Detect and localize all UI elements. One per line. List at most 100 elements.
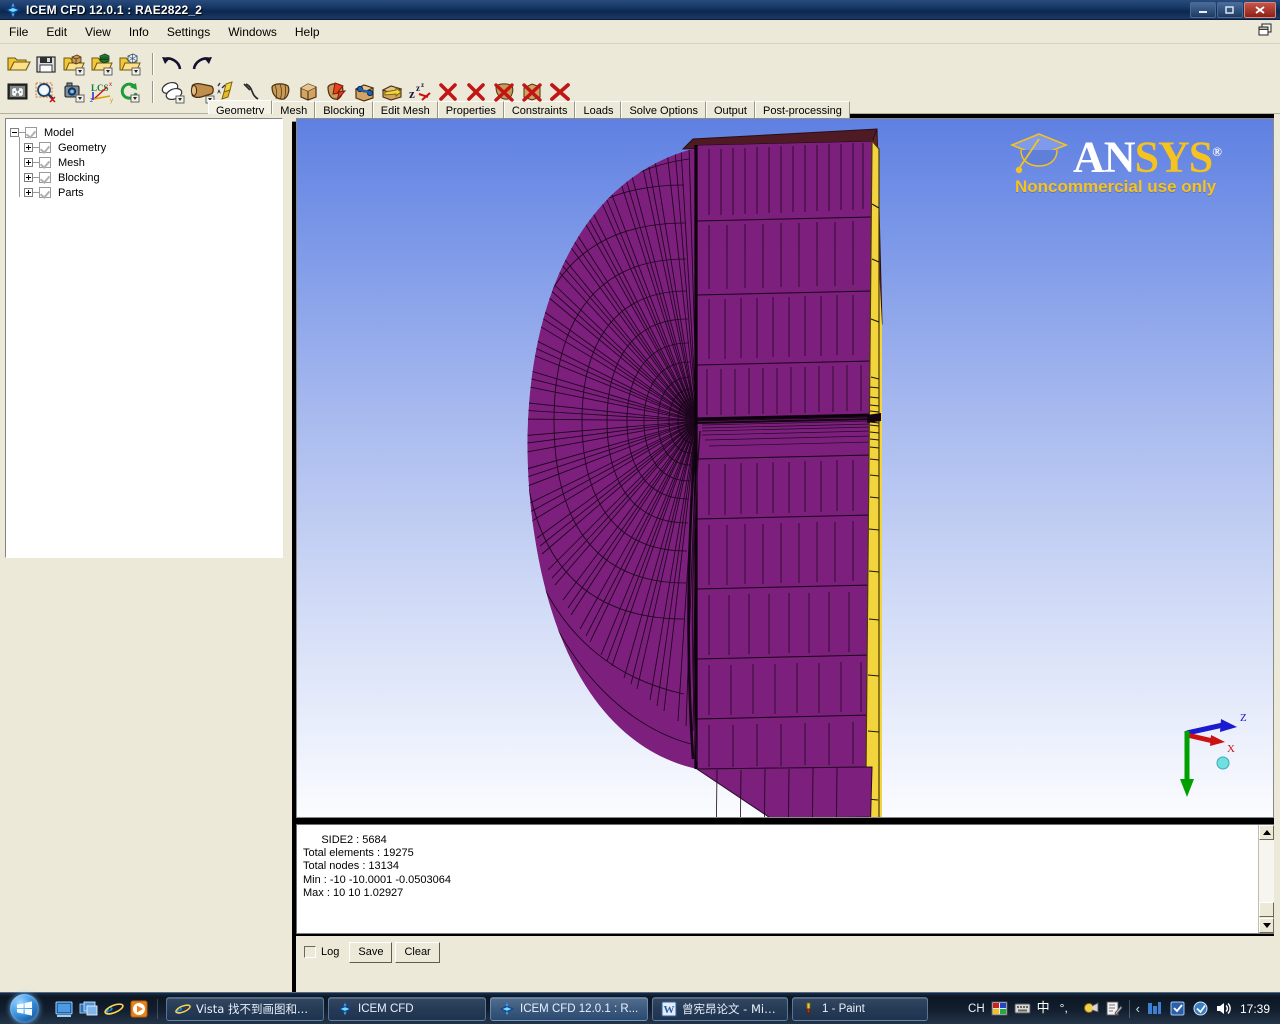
delete-curve-icon[interactable] <box>464 80 490 104</box>
menu-file[interactable]: File <box>0 22 37 42</box>
ime-punctuation-icon[interactable]: °, <box>1060 1000 1077 1017</box>
taskbar-item-word[interactable]: W 曾宪昂论文 - Micros... <box>652 997 788 1021</box>
tree-item-label: Parts <box>56 187 84 199</box>
svg-text:y: y <box>110 98 113 104</box>
scrollbar-track[interactable] <box>1259 840 1274 902</box>
repair-geometry-icon[interactable] <box>324 80 350 104</box>
ime-chinese-icon[interactable]: 中 <box>1037 1000 1054 1017</box>
restore-button[interactable] <box>1217 2 1243 18</box>
window-controls <box>1190 2 1276 18</box>
save-project-icon[interactable] <box>34 52 60 76</box>
taskbar-item-browser[interactable]: e Vista 找不到画图和... <box>166 997 324 1021</box>
taskbar-item-icem-cfd[interactable]: ICEM CFD <box>328 997 486 1021</box>
redo-icon[interactable] <box>188 52 214 76</box>
taskbar-item-label: 曾宪昂论文 - Micros... <box>682 1001 779 1017</box>
tree-item-mesh[interactable]: Mesh <box>10 155 278 170</box>
expand-toggle-icon[interactable] <box>24 143 33 152</box>
expand-toggle-icon[interactable] <box>24 158 33 167</box>
scrollbar-thumb[interactable] <box>1259 902 1274 917</box>
display-surfaces-icon[interactable] <box>160 80 186 104</box>
scroll-up-icon[interactable] <box>1259 825 1274 840</box>
ime-softkeyboard-icon[interactable] <box>1014 1000 1031 1017</box>
ime-handwriting-icon[interactable] <box>1106 1000 1123 1017</box>
create-curve-icon[interactable] <box>240 80 266 104</box>
menu-settings[interactable]: Settings <box>158 22 219 42</box>
internet-explorer-icon: e <box>175 1001 191 1017</box>
clear-log-button[interactable]: Clear <box>395 942 439 963</box>
save-log-button[interactable]: Save <box>349 942 392 963</box>
restore-window-icon[interactable] <box>1258 23 1274 38</box>
delete-any-icon[interactable] <box>548 80 574 104</box>
visibility-checkbox[interactable] <box>39 187 51 198</box>
tree-item-parts[interactable]: Parts <box>10 185 278 200</box>
ime-speech-icon[interactable] <box>1083 1000 1100 1017</box>
menu-help[interactable]: Help <box>286 22 329 42</box>
taskbar-item-label: Vista 找不到画图和... <box>196 1001 308 1017</box>
delete-point-icon[interactable] <box>436 80 462 104</box>
undo-icon[interactable] <box>160 52 186 76</box>
expand-toggle-icon[interactable] <box>24 188 33 197</box>
close-button[interactable] <box>1244 2 1276 18</box>
visibility-checkbox[interactable] <box>25 127 37 138</box>
ime-language-indicator[interactable]: CH <box>968 1003 985 1015</box>
window-title: ICEM CFD 12.0.1 : RAE2822_2 <box>26 3 202 17</box>
create-material-point-icon[interactable] <box>352 80 378 104</box>
taskbar-item-icem-cfd-main[interactable]: ICEM CFD 12.0.1 : R... <box>490 997 648 1021</box>
visibility-checkbox[interactable] <box>39 172 51 183</box>
zoom-box-icon[interactable] <box>34 80 60 104</box>
create-surface-icon[interactable] <box>268 80 294 104</box>
graphics-viewport[interactable]: ANSYS® Noncommercial use only <box>296 118 1274 818</box>
windows-start-orb-icon[interactable] <box>10 994 39 1023</box>
log-scrollbar[interactable] <box>1258 825 1273 933</box>
windows-media-player-icon[interactable] <box>129 999 149 1019</box>
create-body-icon[interactable] <box>296 80 322 104</box>
taskbar-item-paint[interactable]: 1 - Paint <box>792 997 928 1021</box>
visibility-checkbox[interactable] <box>39 142 51 153</box>
svg-text:z: z <box>409 86 415 101</box>
restore-dormant-icon[interactable]: z z z <box>408 80 434 104</box>
menu-windows[interactable]: Windows <box>219 22 286 42</box>
expand-toggle-icon[interactable] <box>24 173 33 182</box>
switch-windows-icon[interactable] <box>79 999 99 1019</box>
network-icon[interactable] <box>1146 1000 1163 1017</box>
local-coordinate-system-icon[interactable]: LCS z x y <box>90 80 116 104</box>
fit-window-icon[interactable] <box>6 80 32 104</box>
tree-item-label: Mesh <box>56 157 85 169</box>
open-geometry-icon[interactable] <box>62 52 88 76</box>
menu-info[interactable]: Info <box>120 22 158 42</box>
delete-body-icon[interactable] <box>520 80 546 104</box>
message-log-panel[interactable]: SIDE2 : 5684 Total elements : 19275 Tota… <box>296 824 1274 934</box>
taskbar-clock[interactable]: 17:39 <box>1238 1002 1272 1016</box>
tree-item-geometry[interactable]: Geometry <box>10 140 278 155</box>
update-icon[interactable] <box>1192 1000 1209 1017</box>
tree-item-model[interactable]: Model <box>10 125 278 140</box>
internet-explorer-icon[interactable]: e <box>104 999 124 1019</box>
mesh-render <box>297 119 1274 818</box>
scroll-down-icon[interactable] <box>1259 918 1274 933</box>
show-desktop-icon[interactable] <box>54 999 74 1019</box>
quick-launch-bar: e <box>54 999 158 1019</box>
tree-item-label: Blocking <box>56 172 100 184</box>
save-picture-icon[interactable] <box>62 80 88 104</box>
visibility-checkbox[interactable] <box>39 157 51 168</box>
start-button[interactable] <box>0 994 48 1024</box>
menu-edit[interactable]: Edit <box>37 22 76 42</box>
transform-geometry-icon[interactable] <box>380 80 406 104</box>
model-tree[interactable]: Model Geometry Mesh <box>5 118 283 558</box>
ime-pad-icon[interactable] <box>991 1000 1008 1017</box>
volume-icon[interactable] <box>1215 1000 1232 1017</box>
tray-expand-chevron-icon[interactable]: ‹ <box>1136 1001 1140 1016</box>
log-checkbox[interactable] <box>304 946 316 958</box>
tree-item-blocking[interactable]: Blocking <box>10 170 278 185</box>
bottom-filler <box>296 968 1274 992</box>
minimize-button[interactable] <box>1190 2 1216 18</box>
refresh-icon[interactable] <box>118 80 144 104</box>
open-blocking-icon[interactable] <box>118 52 144 76</box>
delete-surface-icon[interactable] <box>492 80 518 104</box>
open-mesh-icon[interactable] <box>90 52 116 76</box>
open-project-icon[interactable] <box>6 52 32 76</box>
security-icon[interactable] <box>1169 1000 1186 1017</box>
collapse-toggle-icon[interactable] <box>10 128 19 137</box>
create-point-icon[interactable] <box>212 80 238 104</box>
menu-view[interactable]: View <box>76 22 120 42</box>
